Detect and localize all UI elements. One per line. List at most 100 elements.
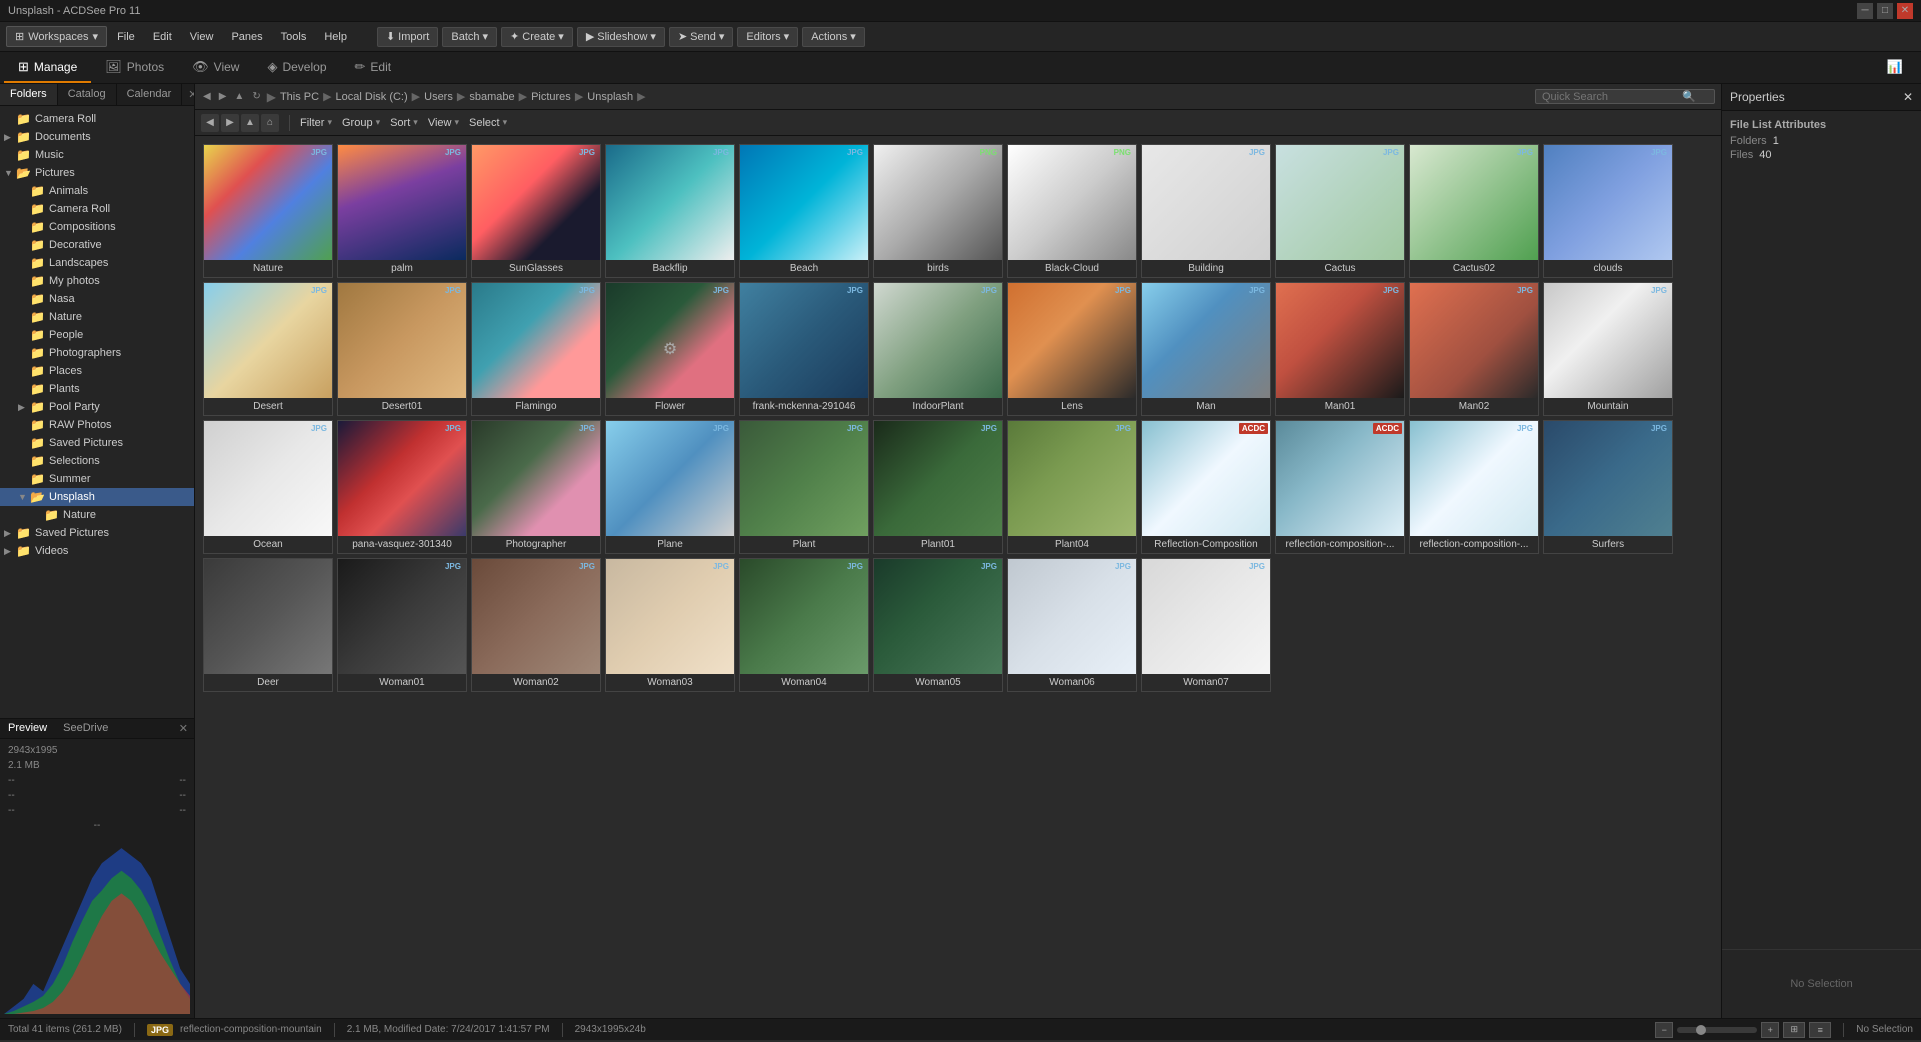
photo-item-surfers[interactable]: JPG Surfers: [1543, 420, 1673, 554]
menu-edit[interactable]: Edit: [145, 27, 180, 47]
tree-item-animals[interactable]: 📁 Animals: [0, 182, 194, 200]
tab-develop[interactable]: ◈ Develop: [253, 52, 340, 83]
zoom-out-button[interactable]: −: [1655, 1022, 1673, 1038]
preview-tab-preview[interactable]: Preview: [0, 719, 55, 738]
menu-tools[interactable]: Tools: [273, 27, 315, 47]
photo-item-flamingo[interactable]: JPG Flamingo: [471, 282, 601, 416]
photo-item-cactus02[interactable]: JPG Cactus02: [1409, 144, 1539, 278]
photo-item-desert01[interactable]: JPG Desert01: [337, 282, 467, 416]
slideshow-button[interactable]: ▶ Slideshow ▾: [577, 27, 665, 47]
photo-item-desert[interactable]: JPG Desert: [203, 282, 333, 416]
photo-item-plant[interactable]: JPG Plant: [739, 420, 869, 554]
photo-item-photographer[interactable]: JPG Photographer: [471, 420, 601, 554]
photo-item-man01[interactable]: JPG Man01: [1275, 282, 1405, 416]
tree-item-camera-roll[interactable]: 📁 Camera Roll: [0, 200, 194, 218]
tab-manage[interactable]: ⊞ Manage: [4, 52, 91, 83]
path-localdisk[interactable]: Local Disk (C:): [336, 91, 408, 103]
tree-item-selections[interactable]: 📁 Selections: [0, 452, 194, 470]
filter-dropdown[interactable]: Filter: [300, 117, 332, 129]
tree-item-camera-roll[interactable]: 📁 Camera Roll: [0, 110, 194, 128]
toolbar-back-button[interactable]: ◀: [201, 114, 219, 132]
photo-item-plane[interactable]: JPG Plane: [605, 420, 735, 554]
photo-item-man02[interactable]: JPG Man02: [1409, 282, 1539, 416]
close-button[interactable]: ✕: [1897, 3, 1913, 19]
tree-item-videos[interactable]: ▶ 📁 Videos: [0, 542, 194, 560]
tree-item-raw-photos[interactable]: 📁 RAW Photos: [0, 416, 194, 434]
tree-item-people[interactable]: 📁 People: [0, 326, 194, 344]
tree-item-documents[interactable]: ▶ 📁 Documents: [0, 128, 194, 146]
create-button[interactable]: ✦ Create ▾: [501, 27, 573, 47]
import-button[interactable]: ⬇ Import: [377, 27, 438, 47]
photo-item-nature[interactable]: JPG Nature: [203, 144, 333, 278]
photo-item-reflectioncomposition[interactable]: ACDC Reflection-Composition: [1141, 420, 1271, 554]
group-dropdown[interactable]: Group: [342, 117, 380, 129]
path-unsplash[interactable]: Unsplash: [587, 91, 633, 103]
photo-item-woman04[interactable]: JPG Woman04: [739, 558, 869, 692]
photo-item-panavasquez301340[interactable]: JPG pana-vasquez-301340: [337, 420, 467, 554]
preview-close-button[interactable]: ✕: [173, 719, 194, 738]
select-dropdown[interactable]: Select: [469, 117, 507, 129]
sidebar-tab-catalog[interactable]: Catalog: [58, 84, 117, 105]
photo-item-clouds[interactable]: JPG clouds: [1543, 144, 1673, 278]
photo-item-cactus[interactable]: JPG Cactus: [1275, 144, 1405, 278]
properties-close-button[interactable]: ✕: [1903, 90, 1913, 104]
maximize-button[interactable]: □: [1877, 3, 1893, 19]
minimize-button[interactable]: ─: [1857, 3, 1873, 19]
photo-item-reflectioncomposition...[interactable]: JPG reflection-composition-...: [1409, 420, 1539, 554]
path-thispc[interactable]: This PC: [280, 91, 319, 103]
photo-item-reflectioncomposition...[interactable]: ACDC reflection-composition-...: [1275, 420, 1405, 554]
photo-item-woman02[interactable]: JPG Woman02: [471, 558, 601, 692]
zoom-in-button[interactable]: +: [1761, 1022, 1779, 1038]
photo-item-birds[interactable]: PNG birds: [873, 144, 1003, 278]
view-dropdown[interactable]: View: [428, 117, 459, 129]
menu-help[interactable]: Help: [316, 27, 355, 47]
tree-item-nasa[interactable]: 📁 Nasa: [0, 290, 194, 308]
menu-file[interactable]: File: [109, 27, 143, 47]
tree-item-plants[interactable]: 📁 Plants: [0, 380, 194, 398]
tree-item-unsplash[interactable]: ▼ 📂 Unsplash: [0, 488, 194, 506]
sidebar-tab-folders[interactable]: Folders: [0, 84, 58, 105]
photo-item-building[interactable]: JPG Building: [1141, 144, 1271, 278]
window-controls[interactable]: ─ □ ✕: [1857, 3, 1913, 19]
tree-item-decorative[interactable]: 📁 Decorative: [0, 236, 194, 254]
photo-item-plant01[interactable]: JPG Plant01: [873, 420, 1003, 554]
zoom-slider[interactable]: [1696, 1025, 1706, 1035]
tree-item-music[interactable]: 📁 Music: [0, 146, 194, 164]
editors-button[interactable]: Editors ▾: [737, 27, 798, 47]
photo-item-woman01[interactable]: JPG Woman01: [337, 558, 467, 692]
list-view-button[interactable]: ≡: [1809, 1022, 1831, 1038]
photo-item-deer[interactable]: Deer: [203, 558, 333, 692]
path-pictures[interactable]: Pictures: [531, 91, 571, 103]
tree-item-photographers[interactable]: 📁 Photographers: [0, 344, 194, 362]
photo-item-flower[interactable]: ⚙ JPG Flower: [605, 282, 735, 416]
photo-item-woman03[interactable]: JPG Woman03: [605, 558, 735, 692]
tab-photos[interactable]: 🖼 Photos: [91, 52, 178, 83]
send-button[interactable]: ➤ Send ▾: [669, 27, 733, 47]
sidebar-close-button[interactable]: ✕: [182, 84, 195, 105]
tree-item-nature[interactable]: 📁 Nature: [0, 506, 194, 524]
toolbar-home-button[interactable]: ⌂: [261, 114, 279, 132]
nav-up-button[interactable]: ▲: [232, 91, 246, 102]
photo-item-woman07[interactable]: JPG Woman07: [1141, 558, 1271, 692]
photo-item-indoorplant[interactable]: JPG IndoorPlant: [873, 282, 1003, 416]
menu-panes[interactable]: Panes: [223, 27, 270, 47]
tab-edit[interactable]: ✏ Edit: [341, 52, 406, 83]
tree-item-nature[interactable]: 📁 Nature: [0, 308, 194, 326]
photo-item-sunglasses[interactable]: JPG SunGlasses: [471, 144, 601, 278]
tree-item-pictures[interactable]: ▼ 📂 Pictures: [0, 164, 194, 182]
preview-tab-seedrive[interactable]: SeeDrive: [55, 719, 116, 738]
photo-item-ocean[interactable]: JPG Ocean: [203, 420, 333, 554]
path-users[interactable]: Users: [424, 91, 453, 103]
photo-item-frankmckenna291046[interactable]: JPG frank-mckenna-291046: [739, 282, 869, 416]
photo-item-plant04[interactable]: JPG Plant04: [1007, 420, 1137, 554]
photo-item-blackcloud[interactable]: PNG Black-Cloud: [1007, 144, 1137, 278]
photo-item-woman06[interactable]: JPG Woman06: [1007, 558, 1137, 692]
search-box[interactable]: 🔍: [1535, 89, 1715, 104]
menu-view[interactable]: View: [182, 27, 222, 47]
nav-refresh-button[interactable]: ↻: [250, 91, 262, 102]
grid-view-button[interactable]: ⊞: [1783, 1022, 1805, 1038]
tree-item-saved-pictures[interactable]: 📁 Saved Pictures: [0, 434, 194, 452]
workspaces-button[interactable]: ⊞ Workspaces ▾: [6, 26, 107, 47]
tree-item-compositions[interactable]: 📁 Compositions: [0, 218, 194, 236]
photo-item-mountain[interactable]: JPG Mountain: [1543, 282, 1673, 416]
